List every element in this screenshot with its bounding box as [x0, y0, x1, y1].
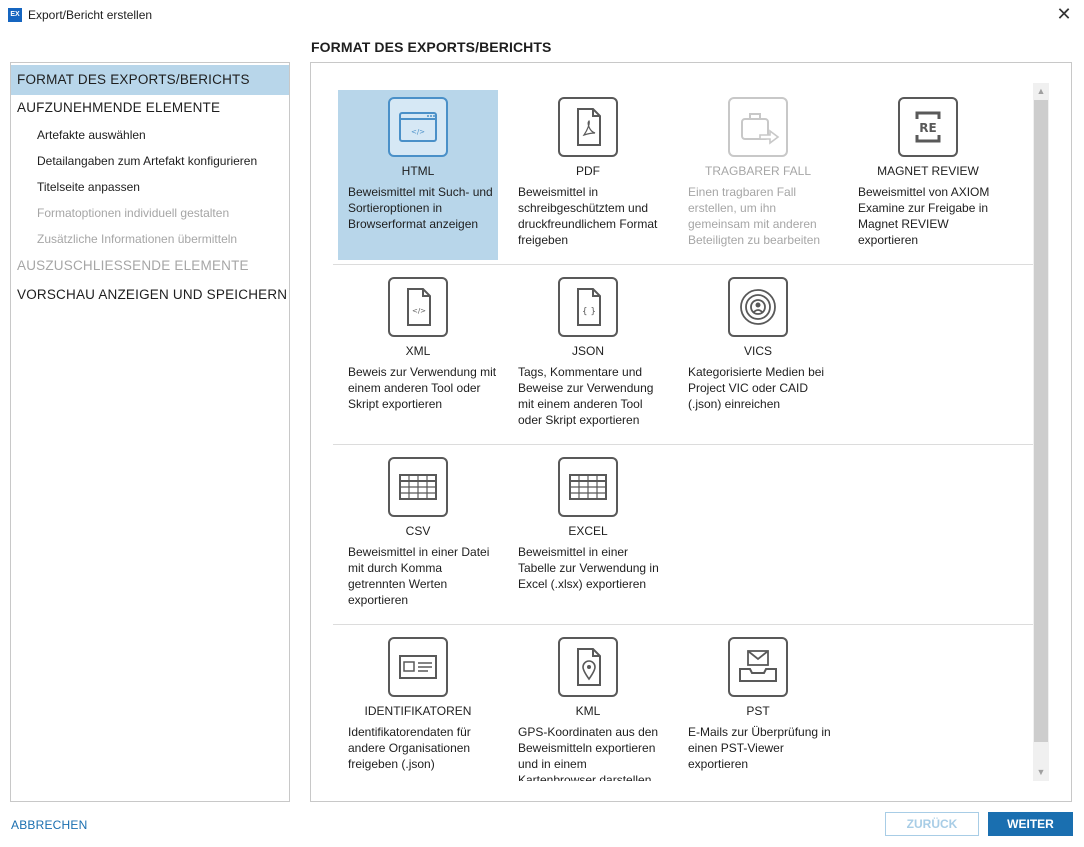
format-tile-pdf[interactable]: PDF Beweismittel in schreibgeschütztem u… [508, 90, 668, 260]
pst-mail-tray-icon [728, 637, 788, 697]
format-description: Einen tragbaren Fall erstellen, um ihn g… [688, 185, 821, 247]
format-description: Beweismittel von AXIOM Examine zur Freig… [858, 185, 990, 247]
svg-text:RE: RE [919, 121, 936, 135]
format-label: HTML [401, 164, 435, 178]
back-button[interactable]: ZURÜCK [885, 812, 979, 836]
sidebar-item-exclude-elements: AUSZUSCHLIESSENDE ELEMENTE [17, 258, 249, 273]
vertical-scrollbar[interactable]: ▲ ▼ [1033, 83, 1049, 781]
format-row: </> HTML Beweismittel mit Such- und Sort… [333, 88, 1033, 268]
format-tile-identifiers[interactable]: IDENTIFIKATOREN Identifikatorendaten für… [338, 630, 498, 781]
format-description: Tags, Kommentare und Beweise zur Verwend… [518, 365, 654, 427]
json-document-icon: { } [558, 277, 618, 337]
svg-text:{ }: { } [582, 307, 596, 317]
kml-map-pin-icon [558, 637, 618, 697]
format-description: Beweismittel in einer Datei mit durch Ko… [348, 545, 490, 607]
format-tile-excel[interactable]: EXCEL Beweismittel in einer Tabelle zur … [508, 450, 668, 620]
format-row: IDENTIFIKATOREN Identifikatorendaten für… [333, 628, 1033, 781]
app-icon: EX [8, 8, 22, 22]
scroll-down-icon[interactable]: ▼ [1033, 764, 1049, 781]
format-row: </> XML Beweis zur Verwendung mit einem … [333, 268, 1033, 448]
format-tile-xml[interactable]: </> XML Beweis zur Verwendung mit einem … [338, 270, 498, 440]
format-label: EXCEL [568, 524, 608, 538]
format-label: KML [575, 704, 601, 718]
format-grid: </> HTML Beweismittel mit Such- und Sort… [331, 88, 1035, 781]
format-description: Beweismittel mit Such- und Sortieroption… [348, 185, 493, 231]
scrollbar-thumb[interactable] [1034, 100, 1048, 742]
format-label: JSON [571, 344, 604, 358]
format-label: VICS [743, 344, 772, 358]
format-tile-pst[interactable]: PST E-Mails zur Überprüfung in einen PST… [678, 630, 838, 781]
format-label: TRAGBARER FALL [704, 164, 812, 178]
format-description: Identifikatorendaten für andere Organisa… [348, 725, 471, 771]
svg-text:</>: </> [412, 307, 426, 315]
sidebar-item-format[interactable]: FORMAT DES EXPORTS/BERICHTS [11, 65, 289, 95]
format-description: Beweismittel in einer Tabelle zur Verwen… [518, 545, 659, 591]
row-divider [333, 264, 1033, 265]
pdf-document-icon [558, 97, 618, 157]
excel-table-icon [558, 457, 618, 517]
html-browser-icon: </> [388, 97, 448, 157]
portable-case-icon [728, 97, 788, 157]
xml-document-icon: </> [388, 277, 448, 337]
sidebar-item-configure-artifact-details[interactable]: Detailangaben zum Artefakt konfigurieren [11, 154, 289, 168]
cancel-button[interactable]: ABBRECHEN [11, 818, 87, 832]
format-label: CSV [405, 524, 431, 538]
format-label: XML [405, 344, 431, 358]
sidebar-item-additional-info: Zusätzliche Informationen übermitteln [37, 232, 238, 246]
id-card-icon [388, 637, 448, 697]
format-description: Kategorisierte Medien bei Project VIC od… [688, 365, 825, 411]
magnet-review-icon: RE [898, 97, 958, 157]
format-tile-vics[interactable]: VICS Kategorisierte Medien bei Project V… [678, 270, 838, 440]
format-row: CSV Beweismittel in einer Datei mit durc… [333, 448, 1033, 628]
format-label: PST [746, 704, 770, 718]
format-label: PDF [576, 164, 600, 178]
sidebar-item-format-options: Formatoptionen individuell gestalten [37, 206, 230, 220]
format-tile-html[interactable]: </> HTML Beweismittel mit Such- und Sort… [338, 90, 498, 260]
vics-fingerprint-icon [728, 277, 788, 337]
format-description: E-Mails zur Überprüfung in einen PST-Vie… [688, 725, 831, 771]
svg-text:</>: </> [411, 128, 425, 136]
format-description: GPS-Koordinaten aus den Beweismitteln ex… [518, 725, 659, 781]
window-title: Export/Bericht erstellen [28, 8, 153, 22]
title-bar: EX Export/Bericht erstellen ✕ [0, 0, 1084, 30]
format-description: Beweismittel in schreibgeschütztem und d… [518, 185, 658, 247]
next-button[interactable]: WEITER [988, 812, 1073, 836]
format-description: Beweis zur Verwendung mit einem anderen … [348, 365, 497, 411]
scroll-up-icon[interactable]: ▲ [1033, 83, 1049, 100]
format-tile-magnet-review[interactable]: RE MAGNET REVIEW Beweismittel von AXIOM … [848, 90, 1008, 260]
sidebar-item-preview-save[interactable]: VORSCHAU ANZEIGEN UND SPEICHERN [11, 287, 289, 302]
format-label: MAGNET REVIEW [877, 164, 979, 178]
sidebar-item-customize-title-page[interactable]: Titelseite anpassen [11, 180, 289, 194]
format-tile-csv[interactable]: CSV Beweismittel in einer Datei mit durc… [338, 450, 498, 620]
format-label: IDENTIFIKATOREN [364, 704, 472, 718]
export-dialog: EX Export/Bericht erstellen ✕ FORMAT DES… [0, 0, 1084, 847]
csv-table-icon [388, 457, 448, 517]
row-divider [333, 444, 1033, 445]
sidebar-item-include-elements[interactable]: AUFZUNEHMENDE ELEMENTE [11, 100, 289, 115]
close-icon[interactable]: ✕ [1044, 0, 1084, 30]
wizard-steps-sidebar: FORMAT DES EXPORTS/BERICHTS AUFZUNEHMEND… [10, 62, 290, 802]
row-divider [333, 624, 1033, 625]
format-tile-json[interactable]: { } JSON Tags, Kommentare und Beweise zu… [508, 270, 668, 440]
format-tile-kml[interactable]: KML GPS-Koordinaten aus den Beweismittel… [508, 630, 668, 781]
sidebar-item-select-artifacts[interactable]: Artefakte auswählen [11, 128, 289, 142]
page-title: FORMAT DES EXPORTS/BERICHTS [311, 39, 552, 55]
format-tile-portable-case: TRAGBARER FALL Einen tragbaren Fall erst… [678, 90, 838, 260]
format-selection-panel: </> HTML Beweismittel mit Such- und Sort… [310, 62, 1072, 802]
